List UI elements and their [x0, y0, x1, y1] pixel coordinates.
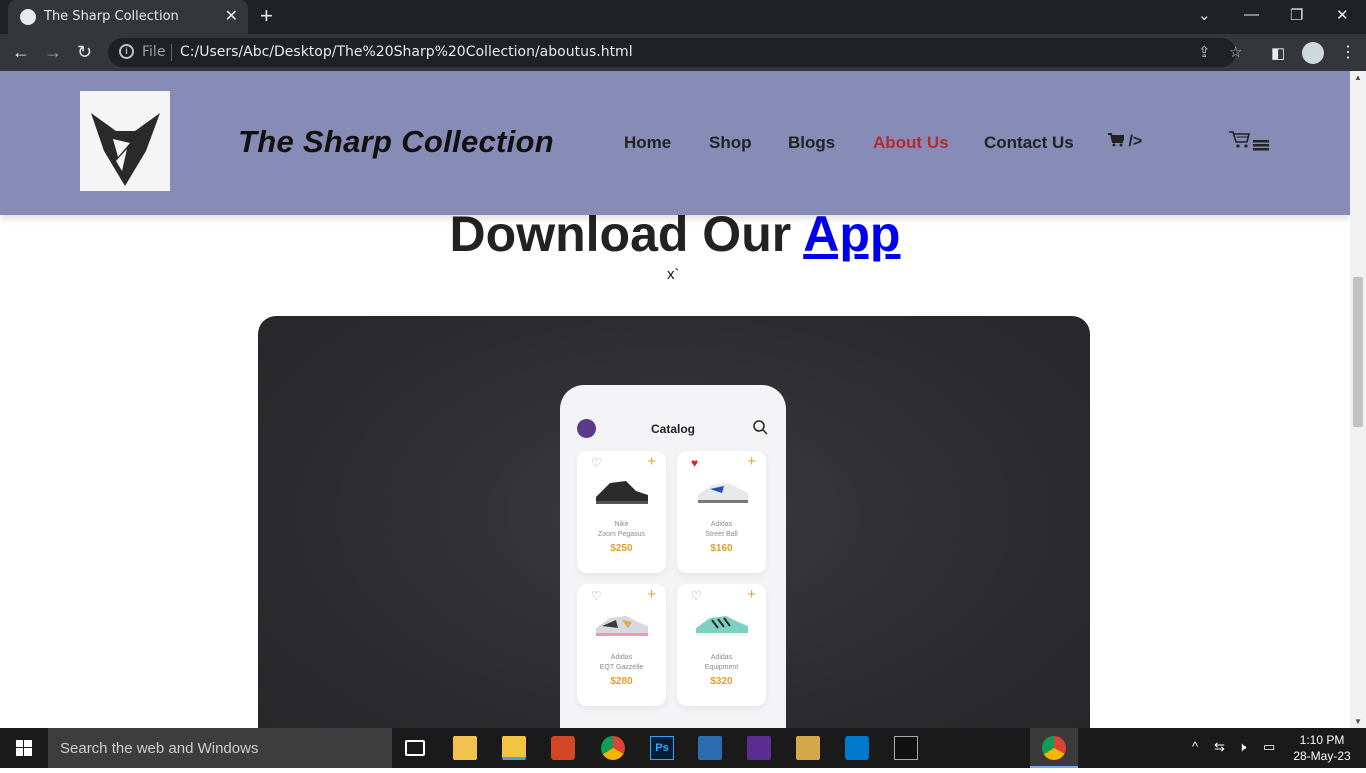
browser-titlebar: The Sharp Collection ✕ + ⌄ — ❐ ✕	[0, 0, 1366, 34]
nav-about-us[interactable]: About Us	[873, 133, 949, 153]
nav-contact-us[interactable]: Contact Us	[984, 133, 1074, 153]
add-icon: +	[747, 586, 756, 603]
product-name: Adidas Equipment	[704, 654, 739, 671]
product-card: ♡ + Adidas EQT Gazzelle $280	[577, 584, 666, 706]
notification-icon[interactable]: ▭	[1263, 739, 1275, 755]
product-card: ♥ + Adidas Street Ball $160	[677, 451, 766, 573]
browser-tab[interactable]: The Sharp Collection ✕	[8, 0, 248, 34]
nav-blogs[interactable]: Blogs	[788, 133, 835, 153]
windows-logo-icon	[16, 740, 32, 756]
product-name: Adidas Street Ball	[705, 521, 738, 538]
tab-title: The Sharp Collection	[44, 9, 179, 24]
heart-outline-icon: ♡	[591, 456, 602, 470]
chrome-icon	[1042, 736, 1066, 760]
minimize-button[interactable]: —	[1244, 6, 1259, 23]
browser-toolbar: ← → ↻ i File C:/Users/Abc/Desktop/The%20…	[0, 34, 1366, 71]
site-header: The Sharp Collection Home Shop Blogs Abo…	[0, 71, 1350, 215]
product-name: Nike Zoom Pegasus	[597, 521, 646, 538]
clock-date: 28-May-23	[1293, 749, 1351, 763]
cart-nav-text: />	[1128, 133, 1143, 150]
shoe-image	[596, 616, 648, 636]
nav-shop[interactable]: Shop	[709, 133, 752, 153]
restore-button[interactable]: ❐	[1290, 6, 1303, 24]
page-viewport: The Sharp Collection Home Shop Blogs Abo…	[0, 71, 1350, 728]
chrome-icon[interactable]	[601, 736, 625, 760]
product-price: $250	[610, 543, 633, 554]
start-button[interactable]	[0, 728, 48, 768]
divider	[171, 44, 172, 61]
url-text[interactable]: C:/Users/Abc/Desktop/The%20Sharp%20Colle…	[180, 44, 633, 60]
forward-arrow-icon[interactable]: →	[44, 42, 62, 63]
bookmark-star-icon[interactable]: ☆	[1229, 43, 1242, 61]
side-panel-icon[interactable]: ◧	[1271, 44, 1285, 62]
search-icon	[753, 420, 768, 435]
tab-search-icon[interactable]: ⌄	[1198, 6, 1211, 24]
reload-icon[interactable]: ↻	[77, 42, 92, 63]
vscode-icon[interactable]	[845, 736, 869, 760]
taskbar-search[interactable]: Search the web and Windows	[48, 728, 392, 768]
chrome-active-tab[interactable]	[1030, 728, 1078, 768]
taskbar-search-placeholder: Search the web and Windows	[60, 740, 259, 757]
heart-outline-icon: ♡	[591, 589, 602, 603]
shoe-image	[696, 616, 748, 636]
scroll-down-icon[interactable]: ▼	[1354, 717, 1362, 726]
cart-list-icon	[1229, 131, 1269, 151]
file-label: File	[142, 44, 166, 60]
back-arrow-icon[interactable]: ←	[12, 42, 30, 63]
phone-mockup: Catalog ♡ + Nike Zoom Pegasus $250 ♥ + A…	[560, 385, 786, 728]
product-price: $320	[710, 676, 733, 687]
close-window-button[interactable]: ✕	[1336, 6, 1349, 24]
archive-app-icon[interactable]	[453, 736, 477, 760]
scroll-thumb[interactable]	[1353, 277, 1363, 427]
product-price: $280	[610, 676, 633, 687]
photoshop-icon[interactable]: Ps	[650, 736, 674, 760]
powerpoint-icon[interactable]	[551, 736, 575, 760]
task-view-icon[interactable]	[405, 740, 425, 756]
product-card: ♡ + Nike Zoom Pegasus $250	[577, 451, 666, 573]
profile-avatar[interactable]	[1302, 42, 1324, 64]
cart-icon	[1108, 133, 1126, 147]
app-showcase-panel: Catalog ♡ + Nike Zoom Pegasus $250 ♥ + A…	[258, 316, 1090, 728]
add-icon: +	[647, 586, 656, 603]
visual-studio-icon[interactable]	[747, 736, 771, 760]
product-price: $160	[710, 543, 733, 554]
nav-cart[interactable]: />	[1108, 133, 1142, 151]
file-explorer-icon[interactable]	[502, 736, 526, 760]
product-card: ♡ + Adidas Equipment $320	[677, 584, 766, 706]
windows-taskbar: Search the web and Windows Ps ^ ⇆ 🕨 ▭ 1:…	[0, 728, 1366, 768]
typing-app-icon[interactable]	[698, 736, 722, 760]
volume-muted-icon[interactable]: 🕨	[1238, 739, 1246, 755]
address-bar[interactable]: i File C:/Users/Abc/Desktop/The%20Sharp%…	[108, 38, 1242, 67]
heart-outline-icon: ♡	[691, 589, 702, 603]
site-brand[interactable]: The Sharp Collection	[238, 124, 554, 160]
site-logo[interactable]	[80, 91, 170, 191]
scroll-up-icon[interactable]: ▲	[1354, 73, 1362, 82]
tray-chevron-icon[interactable]: ^	[1192, 739, 1198, 754]
shoe-image	[596, 481, 648, 504]
close-tab-icon[interactable]: ✕	[225, 6, 238, 26]
stray-text: x`	[667, 266, 680, 283]
page-scrollbar[interactable]: ▲ ▼	[1350, 71, 1366, 728]
menu-kebab-icon[interactable]: ⋮	[1340, 42, 1356, 62]
heart-filled-icon: ♥	[691, 456, 699, 470]
terminal-icon[interactable]	[894, 736, 918, 760]
taskbar-clock[interactable]: 1:10 PM 28-May-23	[1290, 732, 1354, 764]
tools-app-icon[interactable]	[796, 736, 820, 760]
globe-icon	[20, 9, 36, 25]
product-name: Adidas EQT Gazzelle	[599, 654, 644, 671]
share-icon[interactable]: ⇪	[1198, 43, 1211, 61]
add-icon: +	[747, 453, 756, 470]
cart-menu-button[interactable]	[1228, 129, 1272, 158]
new-tab-button[interactable]: +	[260, 3, 273, 29]
add-icon: +	[647, 453, 656, 470]
nav-home[interactable]: Home	[624, 133, 671, 153]
network-icon[interactable]: ⇆	[1214, 739, 1225, 755]
info-icon[interactable]: i	[119, 44, 134, 59]
clock-time: 1:10 PM	[1299, 733, 1345, 747]
fox-logo-icon	[91, 113, 160, 186]
shoe-image	[698, 483, 748, 503]
